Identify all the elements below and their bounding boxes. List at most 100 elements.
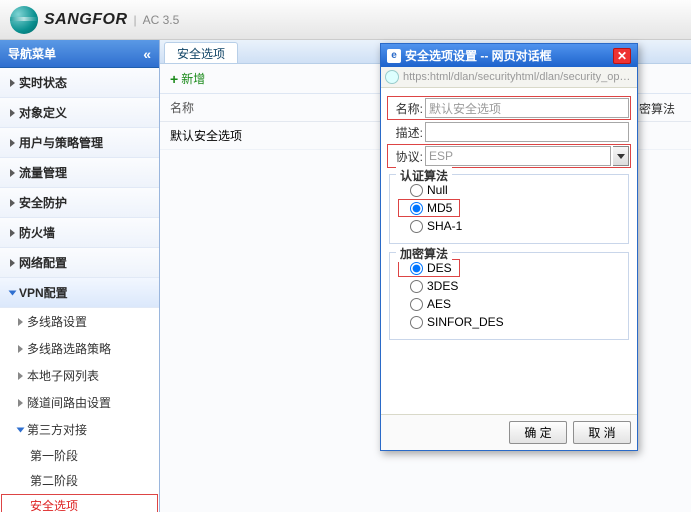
- enc-aes[interactable]: AES: [398, 295, 620, 313]
- caret-icon: [18, 345, 23, 353]
- sub-label: 多线路选路策略: [27, 340, 111, 357]
- nav-label: 实时状态: [19, 74, 67, 91]
- radio-label: 3DES: [427, 279, 458, 293]
- vpn-subgroup: 多线路设置 多线路选路策略 本地子网列表 隧道间路由设置 第三方对接 第一阶段 …: [0, 308, 159, 512]
- row-label: 默认安全选项: [170, 129, 242, 143]
- auth-sha1[interactable]: SHA-1: [398, 217, 620, 235]
- url-input[interactable]: [403, 71, 633, 83]
- chevron-down-icon[interactable]: [613, 146, 629, 166]
- sub-thirdparty[interactable]: 第三方对接: [0, 416, 159, 443]
- sub-label: 第三方对接: [27, 421, 87, 438]
- enc-group: 加密算法 DES 3DES AES SINFOR_DES: [389, 252, 629, 340]
- underlay-enc-label: 密算法: [639, 100, 675, 117]
- nav-label: VPN配置: [19, 284, 68, 301]
- enc-3des[interactable]: 3DES: [398, 277, 620, 295]
- leaf-phase1[interactable]: 第一阶段: [0, 443, 159, 468]
- enc-title: 加密算法: [396, 245, 452, 262]
- auth-title: 认证算法: [396, 167, 452, 184]
- nav-title-bar: 导航菜单 «: [0, 40, 159, 68]
- caret-icon: [10, 169, 15, 177]
- radio-md5[interactable]: [410, 202, 423, 215]
- tab-label: 安全选项: [177, 47, 225, 61]
- sub-multiline[interactable]: 多线路设置: [0, 308, 159, 335]
- leaf-phase2[interactable]: 第二阶段: [0, 468, 159, 493]
- nav-label: 防火墙: [19, 224, 55, 241]
- desc-input[interactable]: [425, 122, 629, 142]
- caret-icon: [9, 290, 17, 295]
- proto-label: 协议:: [389, 148, 423, 165]
- radio-aes[interactable]: [410, 298, 423, 311]
- nav-item-firewall[interactable]: 防火墙: [0, 218, 159, 248]
- name-label: 名称:: [389, 100, 423, 117]
- caret-icon: [10, 79, 15, 87]
- auth-group: 认证算法 Null MD5 SHA-1: [389, 174, 629, 244]
- radio-label: Null: [427, 183, 448, 197]
- caret-icon: [10, 199, 15, 207]
- tab-secopt[interactable]: 安全选项: [164, 42, 238, 63]
- add-label: 新增: [181, 70, 205, 87]
- sub-subnet[interactable]: 本地子网列表: [0, 362, 159, 389]
- close-button[interactable]: ✕: [613, 48, 631, 64]
- caret-icon: [17, 427, 25, 432]
- dialog-footer: 确 定 取 消: [381, 414, 637, 450]
- nav-item-vpn[interactable]: VPN配置: [0, 278, 159, 308]
- caret-icon: [18, 399, 23, 407]
- auth-md5[interactable]: MD5: [398, 199, 460, 217]
- sidebar: 导航菜单 « 实时状态 对象定义 用户与策略管理 流量管理 安全防护 防火墙 网…: [0, 40, 160, 512]
- app-header: SANGFOR | AC 3.5: [0, 0, 691, 40]
- radio-sha1[interactable]: [410, 220, 423, 233]
- radio-label: SINFOR_DES: [427, 315, 504, 329]
- nav-scroll[interactable]: 实时状态 对象定义 用户与策略管理 流量管理 安全防护 防火墙 网络配置 VPN…: [0, 68, 159, 512]
- leaf-label: 第二阶段: [30, 474, 78, 488]
- nav-label: 用户与策略管理: [19, 134, 103, 151]
- dialog-titlebar[interactable]: e 安全选项设置 -- 网页对话框 ✕: [381, 44, 637, 67]
- dialog-body: 名称: 描述: 协议: 认证算法 Null MD5 SHA-1 加密算法 DES…: [381, 88, 637, 414]
- brand-separator: |: [134, 13, 137, 27]
- globe-icon: e: [387, 49, 401, 63]
- radio-des[interactable]: [410, 262, 423, 275]
- row-name: 名称:: [389, 98, 629, 118]
- name-input[interactable]: [425, 98, 629, 118]
- radio-null[interactable]: [410, 184, 423, 197]
- dialog-title: 安全选项设置 -- 网页对话框: [405, 47, 552, 64]
- dialog-urlbar: [381, 67, 637, 88]
- btn-label: 取 消: [588, 426, 615, 440]
- btn-label: 确 定: [524, 426, 551, 440]
- nav-item-security[interactable]: 安全防护: [0, 188, 159, 218]
- nav-item-realtime[interactable]: 实时状态: [0, 68, 159, 98]
- sub-label: 多线路设置: [27, 313, 87, 330]
- caret-icon: [18, 318, 23, 326]
- radio-label: MD5: [427, 201, 452, 215]
- row-desc: 描述:: [389, 122, 629, 142]
- caret-icon: [10, 229, 15, 237]
- add-button[interactable]: +新增: [170, 70, 205, 87]
- leaf-label: 安全选项: [30, 499, 78, 512]
- desc-label: 描述:: [389, 124, 423, 141]
- leaf-secopt[interactable]: 安全选项: [0, 493, 159, 512]
- radio-label: SHA-1: [427, 219, 462, 233]
- nav-item-object[interactable]: 对象定义: [0, 98, 159, 128]
- nav-item-userpolicy[interactable]: 用户与策略管理: [0, 128, 159, 158]
- radio-sinfor[interactable]: [410, 316, 423, 329]
- caret-icon: [18, 372, 23, 380]
- sub-tunnel[interactable]: 隧道间路由设置: [0, 389, 159, 416]
- brand-version: AC 3.5: [143, 13, 180, 27]
- radio-label: DES: [427, 261, 452, 275]
- cancel-button[interactable]: 取 消: [573, 421, 631, 444]
- sub-label: 隧道间路由设置: [27, 394, 111, 411]
- ie-icon: [385, 70, 399, 84]
- enc-sinfor[interactable]: SINFOR_DES: [398, 313, 620, 331]
- nav-label: 流量管理: [19, 164, 67, 181]
- caret-icon: [10, 109, 15, 117]
- nav-label: 对象定义: [19, 104, 67, 121]
- proto-select[interactable]: [425, 146, 611, 166]
- logo-icon: [10, 6, 38, 34]
- sub-routing[interactable]: 多线路选路策略: [0, 335, 159, 362]
- nav-item-traffic[interactable]: 流量管理: [0, 158, 159, 188]
- nav-item-network[interactable]: 网络配置: [0, 248, 159, 278]
- sub-label: 本地子网列表: [27, 367, 99, 384]
- radio-3des[interactable]: [410, 280, 423, 293]
- nav-title: 导航菜单: [8, 45, 56, 62]
- collapse-icon[interactable]: «: [143, 46, 151, 62]
- ok-button[interactable]: 确 定: [509, 421, 567, 444]
